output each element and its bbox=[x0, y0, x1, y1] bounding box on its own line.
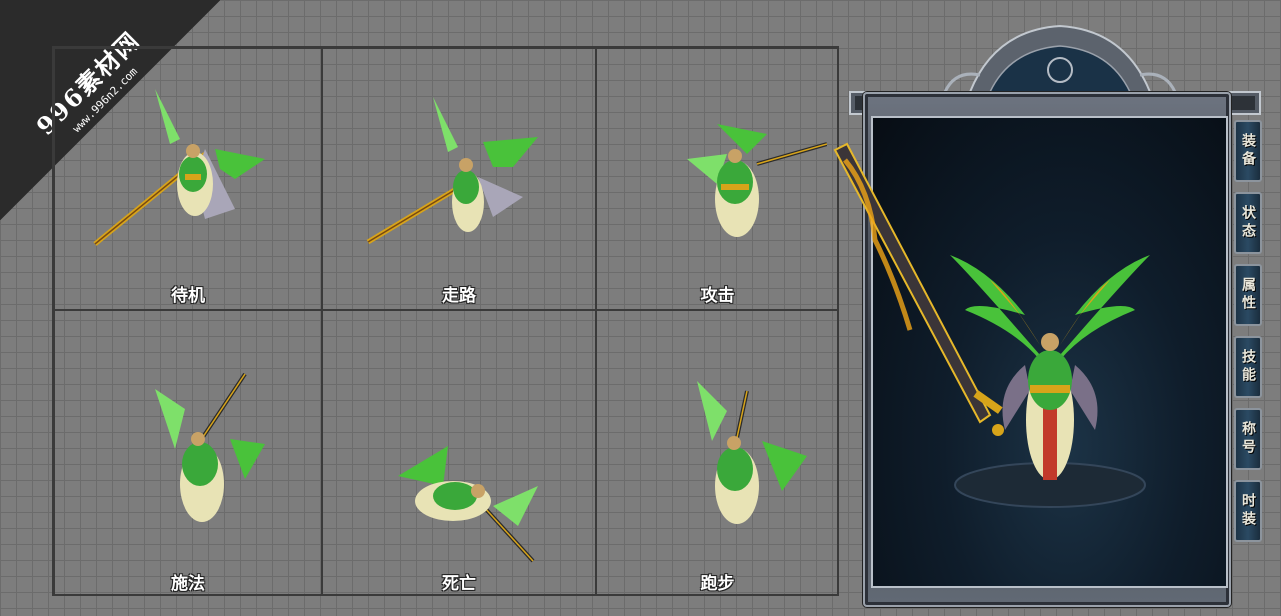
tab-equipment-label: 装备 bbox=[1240, 133, 1256, 169]
cast-sprite bbox=[155, 372, 265, 522]
animation-cell-cast[interactable]: 施法 bbox=[54, 310, 322, 596]
animation-grid: 待机 走路 攻击 施法 死亡 跑步 bbox=[52, 46, 839, 596]
tab-attributes-label: 属性 bbox=[1240, 277, 1256, 313]
tab-status[interactable]: 状态 bbox=[1234, 192, 1262, 254]
animation-cell-death[interactable]: 死亡 bbox=[322, 310, 596, 596]
animation-label-idle: 待机 bbox=[171, 286, 205, 306]
tab-titles[interactable]: 称号 bbox=[1234, 408, 1262, 470]
animation-label-run: 跑步 bbox=[700, 574, 735, 594]
tab-titles-label: 称号 bbox=[1240, 421, 1256, 457]
hero-model bbox=[833, 142, 1150, 508]
walk-sprite bbox=[366, 97, 538, 245]
tab-skills[interactable]: 技能 bbox=[1234, 336, 1262, 398]
character-panel: 装备 状态 属性 技能 称号 时装 bbox=[833, 20, 1275, 610]
tab-fashion-label: 时装 bbox=[1240, 493, 1256, 529]
tab-equipment[interactable]: 装备 bbox=[1234, 120, 1262, 182]
tab-skills-label: 技能 bbox=[1240, 349, 1256, 385]
animation-cell-run[interactable]: 跑步 bbox=[596, 310, 839, 596]
tab-status-label: 状态 bbox=[1240, 205, 1256, 241]
tab-fashion[interactable]: 时装 bbox=[1234, 480, 1262, 542]
attack-sprite bbox=[687, 124, 827, 237]
idle-sprite bbox=[93, 89, 265, 246]
animation-cell-idle[interactable]: 待机 bbox=[54, 48, 322, 310]
animation-label-attack: 攻击 bbox=[700, 286, 735, 306]
animation-label-cast: 施法 bbox=[171, 574, 205, 594]
animation-label-walk: 走路 bbox=[442, 286, 476, 306]
animation-cell-attack[interactable]: 攻击 bbox=[596, 48, 839, 310]
run-sprite bbox=[697, 381, 807, 524]
death-sprite bbox=[398, 446, 538, 563]
animation-cell-walk[interactable]: 走路 bbox=[322, 48, 596, 310]
side-tabs: 装备 状态 属性 技能 称号 时装 bbox=[1234, 120, 1262, 552]
animation-label-death: 死亡 bbox=[442, 574, 476, 594]
tab-attributes[interactable]: 属性 bbox=[1234, 264, 1262, 326]
